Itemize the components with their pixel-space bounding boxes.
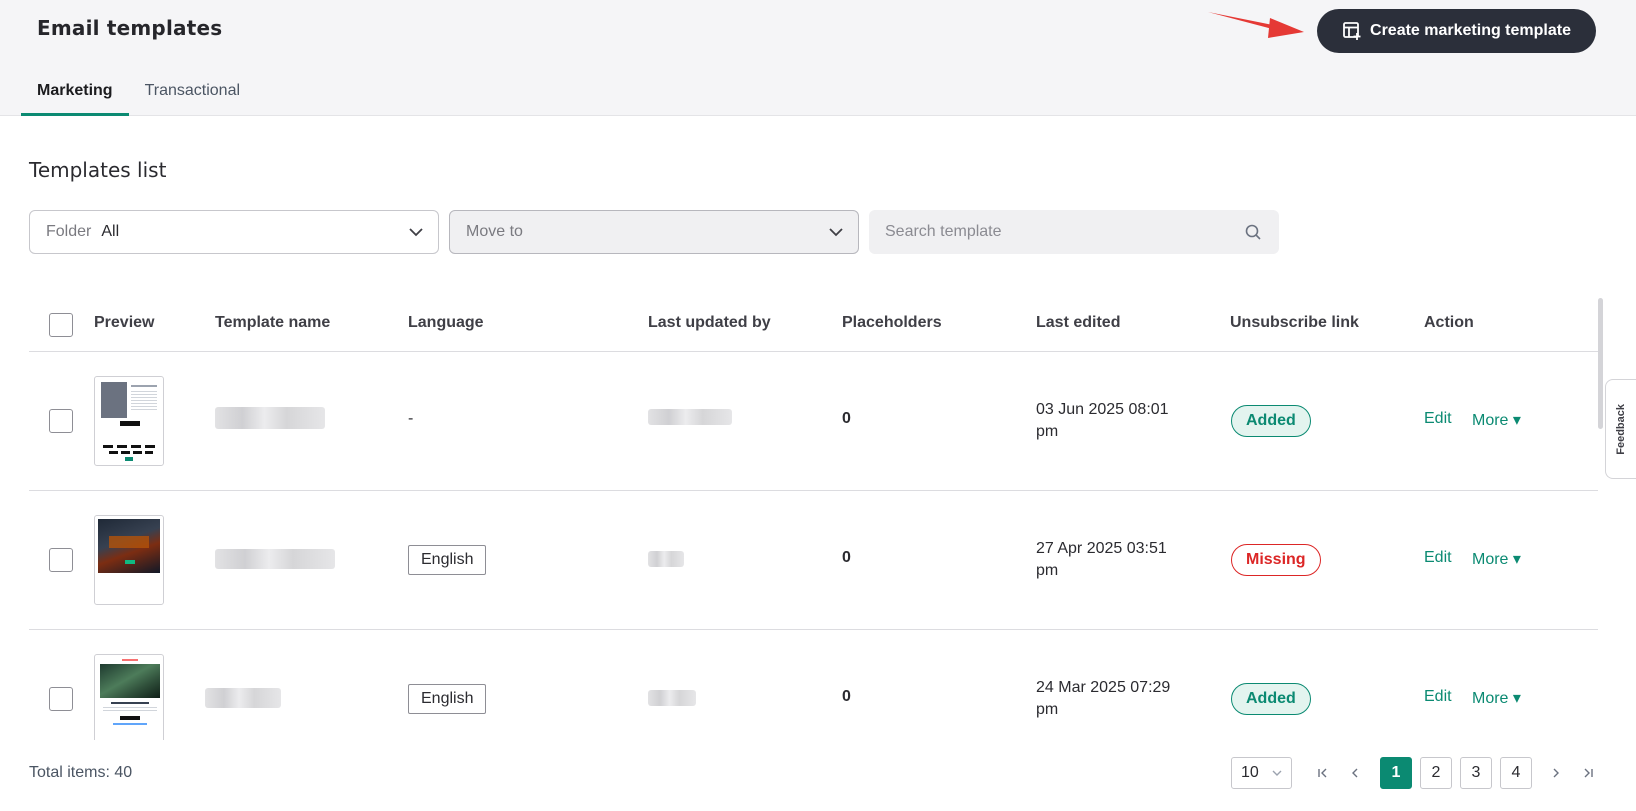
annotation-arrow-icon (1208, 12, 1304, 38)
create-marketing-template-button[interactable]: Create marketing template (1317, 9, 1596, 53)
table-row: - 0 03 Jun 2025 08:01 pm Added Edit More… (29, 352, 1598, 491)
total-items: Total items: 40 (29, 764, 133, 781)
language-badge: English (408, 545, 487, 575)
edit-link[interactable]: Edit (1424, 549, 1452, 567)
page-title: Email templates (37, 16, 223, 40)
select-all-checkbox[interactable] (49, 313, 73, 337)
column-header: Action (1424, 314, 1474, 331)
status-badge: Missing (1231, 544, 1321, 576)
language-value: - (408, 410, 414, 427)
header-bar: Email templates Create marketing templat… (0, 0, 1636, 116)
move-to-select[interactable]: Move to (449, 210, 859, 254)
updated-by-redacted (648, 690, 696, 706)
search-box (869, 210, 1279, 254)
updated-by-redacted (648, 551, 684, 567)
template-add-icon (1343, 22, 1361, 40)
template-name-redacted (215, 407, 325, 429)
folder-select[interactable]: Folder All (29, 210, 439, 254)
last-edited: 24 Mar 2025 07:29 pm (1036, 679, 1171, 718)
row-checkbox[interactable] (49, 687, 73, 711)
section-title: Templates list (29, 158, 167, 182)
template-tabs: Marketing Transactional (21, 72, 256, 116)
page-3-button[interactable]: 3 (1460, 757, 1492, 789)
status-badge: Added (1231, 683, 1311, 715)
page-size-value: 10 (1241, 764, 1259, 781)
updated-by-redacted (648, 409, 732, 425)
search-input[interactable] (885, 223, 1225, 241)
template-name-redacted (215, 549, 335, 569)
tab-transactional[interactable]: Transactional (129, 72, 256, 116)
template-preview-thumbnail[interactable] (94, 376, 164, 466)
last-edited: 27 Apr 2025 03:51 pm (1036, 540, 1167, 579)
chevron-down-icon (1272, 770, 1282, 776)
page-size-select[interactable]: 10 (1231, 757, 1292, 789)
chevron-down-icon (829, 228, 843, 237)
feedback-tab[interactable]: Feedback (1605, 379, 1636, 479)
placeholders-count: 0 (842, 688, 851, 705)
status-badge: Added (1231, 405, 1311, 437)
page-1-button[interactable]: 1 (1380, 757, 1412, 789)
more-dropdown[interactable]: More ▾ (1472, 688, 1521, 708)
template-preview-thumbnail[interactable] (94, 654, 164, 744)
folder-value: All (101, 223, 120, 240)
table-scrollbar[interactable] (1598, 298, 1603, 429)
template-preview-thumbnail[interactable] (94, 515, 164, 605)
prev-page-icon[interactable] (1339, 757, 1371, 789)
last-page-icon[interactable] (1572, 757, 1604, 789)
column-header: Preview (94, 314, 155, 331)
column-header: Unsubscribe link (1230, 314, 1359, 331)
create-button-label: Create marketing template (1370, 22, 1571, 39)
first-page-icon[interactable] (1307, 757, 1339, 789)
template-name-redacted (205, 688, 281, 708)
language-badge: English (408, 684, 487, 714)
more-dropdown[interactable]: More ▾ (1472, 549, 1521, 569)
search-icon[interactable] (1245, 224, 1261, 240)
edit-link[interactable]: Edit (1424, 410, 1452, 428)
chevron-down-icon (409, 228, 423, 237)
feedback-label: Feedback (1615, 403, 1627, 455)
row-checkbox[interactable] (49, 409, 73, 433)
table-header: Preview Template name Language Last upda… (29, 290, 1598, 352)
page-4-button[interactable]: 4 (1500, 757, 1532, 789)
pagination-bar: Total items: 40 10 1 2 3 4 (0, 740, 1636, 811)
table-row: English 0 27 Apr 2025 03:51 pm Missing E… (29, 491, 1598, 630)
column-header: Placeholders (842, 314, 942, 331)
more-dropdown[interactable]: More ▾ (1472, 410, 1521, 430)
page-2-button[interactable]: 2 (1420, 757, 1452, 789)
row-checkbox[interactable] (49, 548, 73, 572)
column-header: Last updated by (648, 314, 771, 331)
folder-label: Folder (46, 223, 92, 240)
edit-link[interactable]: Edit (1424, 688, 1452, 706)
placeholders-count: 0 (842, 410, 851, 427)
tab-marketing[interactable]: Marketing (21, 72, 129, 116)
next-page-icon[interactable] (1540, 757, 1572, 789)
templates-table: Preview Template name Language Last upda… (29, 290, 1598, 769)
column-header: Last edited (1036, 314, 1121, 331)
last-edited: 03 Jun 2025 08:01 pm (1036, 401, 1169, 440)
column-header: Template name (215, 314, 331, 331)
placeholders-count: 0 (842, 549, 851, 566)
move-to-placeholder: Move to (466, 223, 523, 240)
column-header: Language (408, 314, 484, 331)
